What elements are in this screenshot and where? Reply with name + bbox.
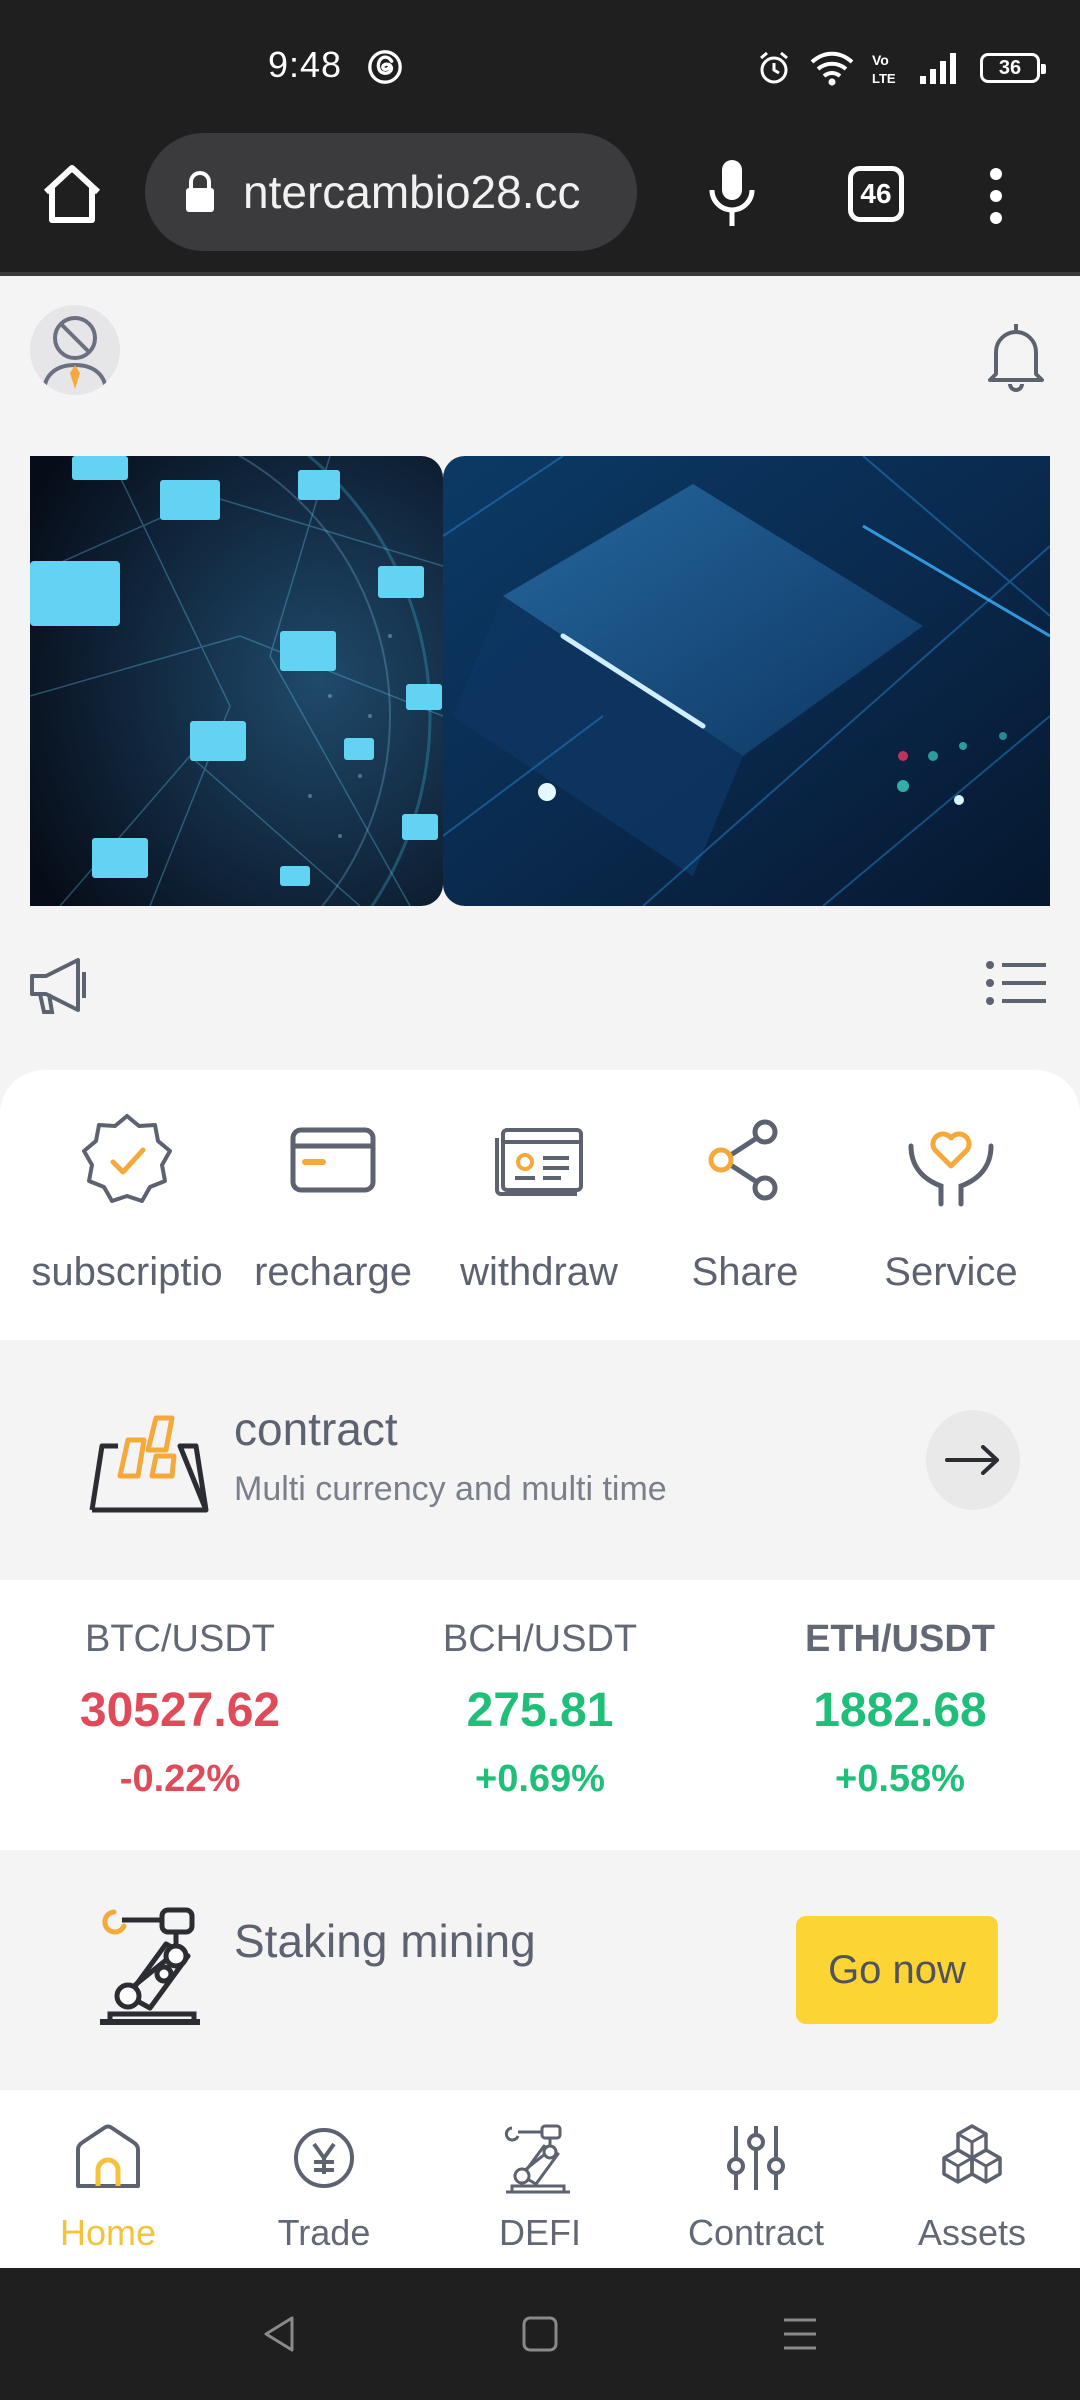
- home-icon: [76, 2124, 140, 2188]
- avatar[interactable]: [30, 305, 120, 395]
- tabs-count-button[interactable]: 46: [848, 166, 904, 222]
- signal-icon: [920, 53, 956, 84]
- nav-home[interactable]: Home: [0, 2120, 216, 2254]
- share-icon: [708, 1119, 778, 1201]
- battery-indicator: 36: [980, 53, 1046, 83]
- lock-icon: [186, 171, 214, 212]
- address-bar[interactable]: ntercambio28.cc: [145, 133, 637, 251]
- volte-icon: Vo LTE: [872, 52, 896, 86]
- quick-action-label: subscriptio: [31, 1250, 223, 1294]
- ticker-btc[interactable]: BTC/USDT 30527.62 -0.22%: [10, 1618, 350, 1801]
- contract-title: contract: [234, 1403, 398, 1455]
- recents-menu-icon[interactable]: [778, 2312, 822, 2356]
- quick-action-label: withdraw: [460, 1250, 618, 1294]
- status-bar: 9:48 Vo LTE 36: [0, 0, 1080, 130]
- announcement-row: [0, 940, 1080, 1030]
- status-icons: Vo LTE 36: [756, 48, 1046, 88]
- ticker-pair: ETH/USDT: [805, 1618, 995, 1660]
- nav-label: DEFI: [498, 2212, 581, 2253]
- url-text: ntercambio28.cc: [243, 166, 581, 218]
- ticker-eth[interactable]: ETH/USDT 1882.68 +0.58%: [730, 1618, 1070, 1801]
- badge-check-icon: [82, 1114, 172, 1203]
- arrow-right-icon: [945, 1445, 999, 1475]
- app-header: [0, 280, 1080, 430]
- contract-blocks-icon: [89, 1415, 209, 1513]
- back-icon[interactable]: [258, 2312, 302, 2356]
- banner-slide-network: [30, 456, 443, 906]
- id-card-icon: [495, 1128, 583, 1196]
- quick-action-subscription[interactable]: subscriptio: [22, 1110, 232, 1295]
- nav-label: Home: [59, 2212, 157, 2253]
- card-icon: [290, 1127, 376, 1193]
- quick-action-label: Share: [691, 1250, 799, 1294]
- robot-arm-icon: [100, 1907, 200, 2025]
- notification-bell-icon[interactable]: [984, 320, 1048, 392]
- cubes-icon: [942, 2124, 1002, 2184]
- ticker-bch[interactable]: BCH/USDT 275.81 +0.69%: [370, 1618, 710, 1801]
- nav-label: Trade: [277, 2212, 371, 2253]
- ticker-price: 1882.68: [813, 1684, 987, 1737]
- more-options-icon[interactable]: [980, 164, 1012, 228]
- nav-label: Assets: [917, 2212, 1027, 2253]
- quick-action-label: recharge: [254, 1250, 412, 1294]
- ticker-price: 275.81: [466, 1684, 614, 1737]
- quick-action-service[interactable]: Service: [846, 1110, 1056, 1295]
- ticker-pair: BCH/USDT: [442, 1618, 638, 1660]
- ticker-change: -0.22%: [119, 1758, 241, 1800]
- browser-home-icon[interactable]: [38, 160, 106, 228]
- contract-arrow-button[interactable]: [926, 1410, 1020, 1510]
- nav-assets[interactable]: Assets: [864, 2120, 1080, 2254]
- ticker-change: +0.69%: [475, 1758, 605, 1800]
- ticker-change: +0.58%: [835, 1758, 965, 1800]
- go-now-button[interactable]: Go now: [796, 1916, 998, 2024]
- nav-contract[interactable]: Contract: [648, 2120, 864, 2254]
- megaphone-icon[interactable]: [28, 956, 94, 1016]
- staking-title: Staking mining: [234, 1915, 536, 1967]
- svg-text:Vo: Vo: [872, 52, 889, 68]
- bottom-nav: Home Trade DEFI Contract Assets: [0, 2090, 1080, 2268]
- nav-label: Contract: [687, 2212, 825, 2253]
- nav-trade[interactable]: Trade: [216, 2120, 432, 2254]
- mic-icon[interactable]: [706, 158, 758, 230]
- ticker-price: 30527.62: [79, 1684, 281, 1737]
- threads-icon: [368, 50, 402, 84]
- nav-defi[interactable]: DEFI: [432, 2120, 648, 2254]
- quick-action-withdraw[interactable]: withdraw: [434, 1110, 644, 1295]
- contract-subtitle: Multi currency and multi time: [234, 1470, 667, 1508]
- robot-arm-icon: [504, 2124, 570, 2194]
- wifi-icon: [810, 51, 854, 86]
- contract-card[interactable]: contract Multi currency and multi time: [0, 1340, 1080, 1580]
- system-navigation-bar: [0, 2268, 1080, 2400]
- status-time: 9:48: [268, 44, 343, 85]
- heart-hands-icon: [908, 1131, 994, 1207]
- banner-slide-tech: [443, 456, 1050, 906]
- sliders-icon: [727, 2126, 785, 2190]
- quick-action-recharge[interactable]: recharge: [228, 1110, 438, 1295]
- alarm-icon: [760, 51, 788, 84]
- yen-coin-icon: [294, 2128, 354, 2188]
- ticker-pair: BTC/USDT: [85, 1618, 275, 1660]
- browser-toolbar: ntercambio28.cc 46: [0, 130, 1080, 276]
- list-menu-icon[interactable]: [984, 958, 1048, 1008]
- quick-actions: subscriptio recharge withdraw Share Serv…: [0, 1070, 1080, 1340]
- promo-banner[interactable]: [30, 456, 1050, 906]
- quick-action-share[interactable]: Share: [640, 1110, 850, 1295]
- svg-text:LTE: LTE: [872, 71, 896, 86]
- staking-card: Staking mining Go now: [0, 1850, 1080, 2090]
- user-avatar-icon: [42, 316, 108, 390]
- home-square-icon[interactable]: [518, 2312, 562, 2356]
- quick-action-label: Service: [884, 1250, 1018, 1294]
- market-tickers: BTC/USDT 30527.62 -0.22% BCH/USDT 275.81…: [0, 1580, 1080, 1850]
